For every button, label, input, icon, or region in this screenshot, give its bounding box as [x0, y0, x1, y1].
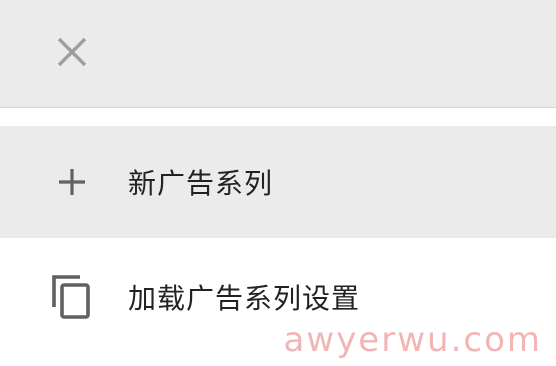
close-button[interactable]: [50, 30, 94, 74]
divider-gap: [0, 108, 556, 126]
close-icon: [57, 37, 87, 67]
panel-header: [0, 0, 556, 108]
load-campaign-settings-label: 加载广告系列设置: [128, 282, 361, 315]
plus-icon: [48, 158, 96, 206]
panel: 新广告系列 加载广告系列设置 awyerwu.com: [0, 0, 556, 366]
copy-icon: [48, 273, 96, 321]
load-campaign-settings-item[interactable]: 加载广告系列设置: [0, 238, 556, 356]
new-campaign-label: 新广告系列: [128, 167, 274, 200]
new-campaign-item[interactable]: 新广告系列: [0, 126, 556, 238]
